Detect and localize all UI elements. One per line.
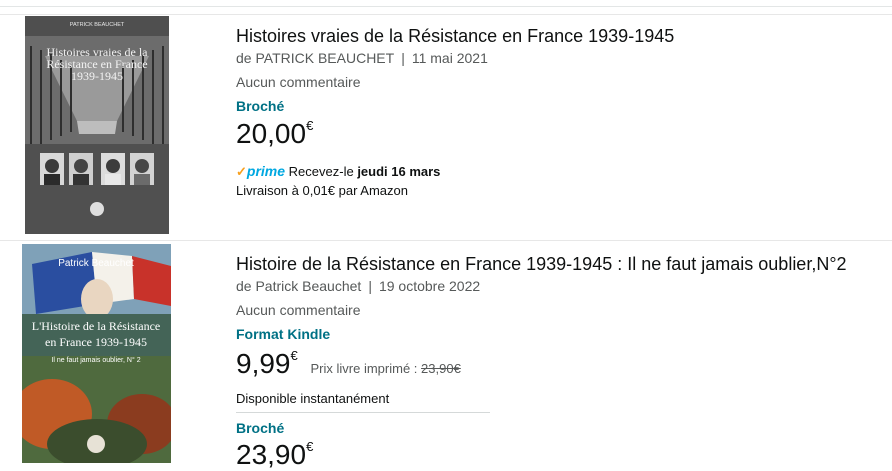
print-price-label: Prix livre imprimé : xyxy=(310,361,418,376)
rating-text: Aucun commentaire xyxy=(236,302,361,318)
format-link-broche[interactable]: Broché xyxy=(236,98,284,114)
delivery-prefix: Recevez-le xyxy=(288,164,354,179)
author-prefix: de xyxy=(236,50,252,66)
price[interactable]: 20,00€ xyxy=(236,118,313,150)
product-title-link[interactable]: Histoire de la Résistance en France 1939… xyxy=(236,253,847,275)
delivery-date: jeudi 16 mars xyxy=(357,164,441,179)
book-cover-image[interactable]: Patrick Beauchet L'Histoire de la Résist… xyxy=(22,244,171,463)
author-prefix: de xyxy=(236,278,252,294)
cover-author: Patrick Beauchet xyxy=(58,258,134,269)
publication-date: 11 mai 2021 xyxy=(411,50,488,66)
author-line: de PATRICK BEAUCHET | 11 mai 2021 xyxy=(236,50,488,66)
cover-title-line-2: en France 1939-1945 xyxy=(45,335,147,349)
prime-badge: prime xyxy=(246,163,286,179)
author-name: PATRICK BEAUCHET xyxy=(255,50,395,66)
price-currency: € xyxy=(306,118,314,133)
rating-text: Aucun commentaire xyxy=(236,74,361,90)
format-divider xyxy=(236,412,490,413)
book-cover-art: Patrick Beauchet L'Histoire de la Résist… xyxy=(22,244,171,463)
cover-title-line-3: 1939-1945 xyxy=(71,69,123,83)
price-whole: 20,00 xyxy=(236,118,307,149)
delivery-cost: Livraison à 0,01€ par Amazon xyxy=(236,183,408,198)
price-currency: € xyxy=(290,348,298,363)
book-cover-art: PATRICK BEAUCHET Histoires vraies de la … xyxy=(25,16,169,234)
print-price-info: Prix livre imprimé : 23,90€ xyxy=(311,361,461,376)
price-whole: 23,90 xyxy=(236,439,307,470)
publication-date: 19 octobre 2022 xyxy=(378,278,481,294)
price[interactable]: 9,99€ Prix livre imprimé : 23,90€ xyxy=(236,348,461,380)
prime-check-icon: ✓ xyxy=(236,164,247,179)
search-result-2: Patrick Beauchet L'Histoire de la Résist… xyxy=(0,241,892,470)
byline-separator: | xyxy=(368,278,372,294)
author-line: de Patrick Beauchet | 19 octobre 2022 xyxy=(236,278,480,294)
top-divider xyxy=(0,6,892,7)
cover-title-line-1: L'Histoire de la Résistance xyxy=(32,319,160,333)
cover-author: PATRICK BEAUCHET xyxy=(70,22,125,28)
availability-text: Disponible instantanément xyxy=(236,391,390,406)
author-name: Patrick Beauchet xyxy=(255,278,362,294)
book-cover-image[interactable]: PATRICK BEAUCHET Histoires vraies de la … xyxy=(25,16,169,234)
print-price-strikethrough: 23,90€ xyxy=(421,361,461,376)
price-currency: € xyxy=(306,439,314,454)
format-link-broche[interactable]: Broché xyxy=(236,420,284,436)
product-title-link[interactable]: Histoires vraies de la Résistance en Fra… xyxy=(236,25,674,47)
cover-title-line-3: Il ne faut jamais oublier, N° 2 xyxy=(51,356,140,364)
price-whole: 9,99 xyxy=(236,348,291,379)
delivery-line: ✓prime Recevez-le jeudi 16 mars xyxy=(236,163,440,180)
byline-separator: | xyxy=(401,50,405,66)
search-result-1: PATRICK BEAUCHET Histoires vraies de la … xyxy=(0,15,892,240)
format-link-kindle[interactable]: Format Kindle xyxy=(236,326,330,342)
price-2[interactable]: 23,90€ xyxy=(236,439,313,471)
